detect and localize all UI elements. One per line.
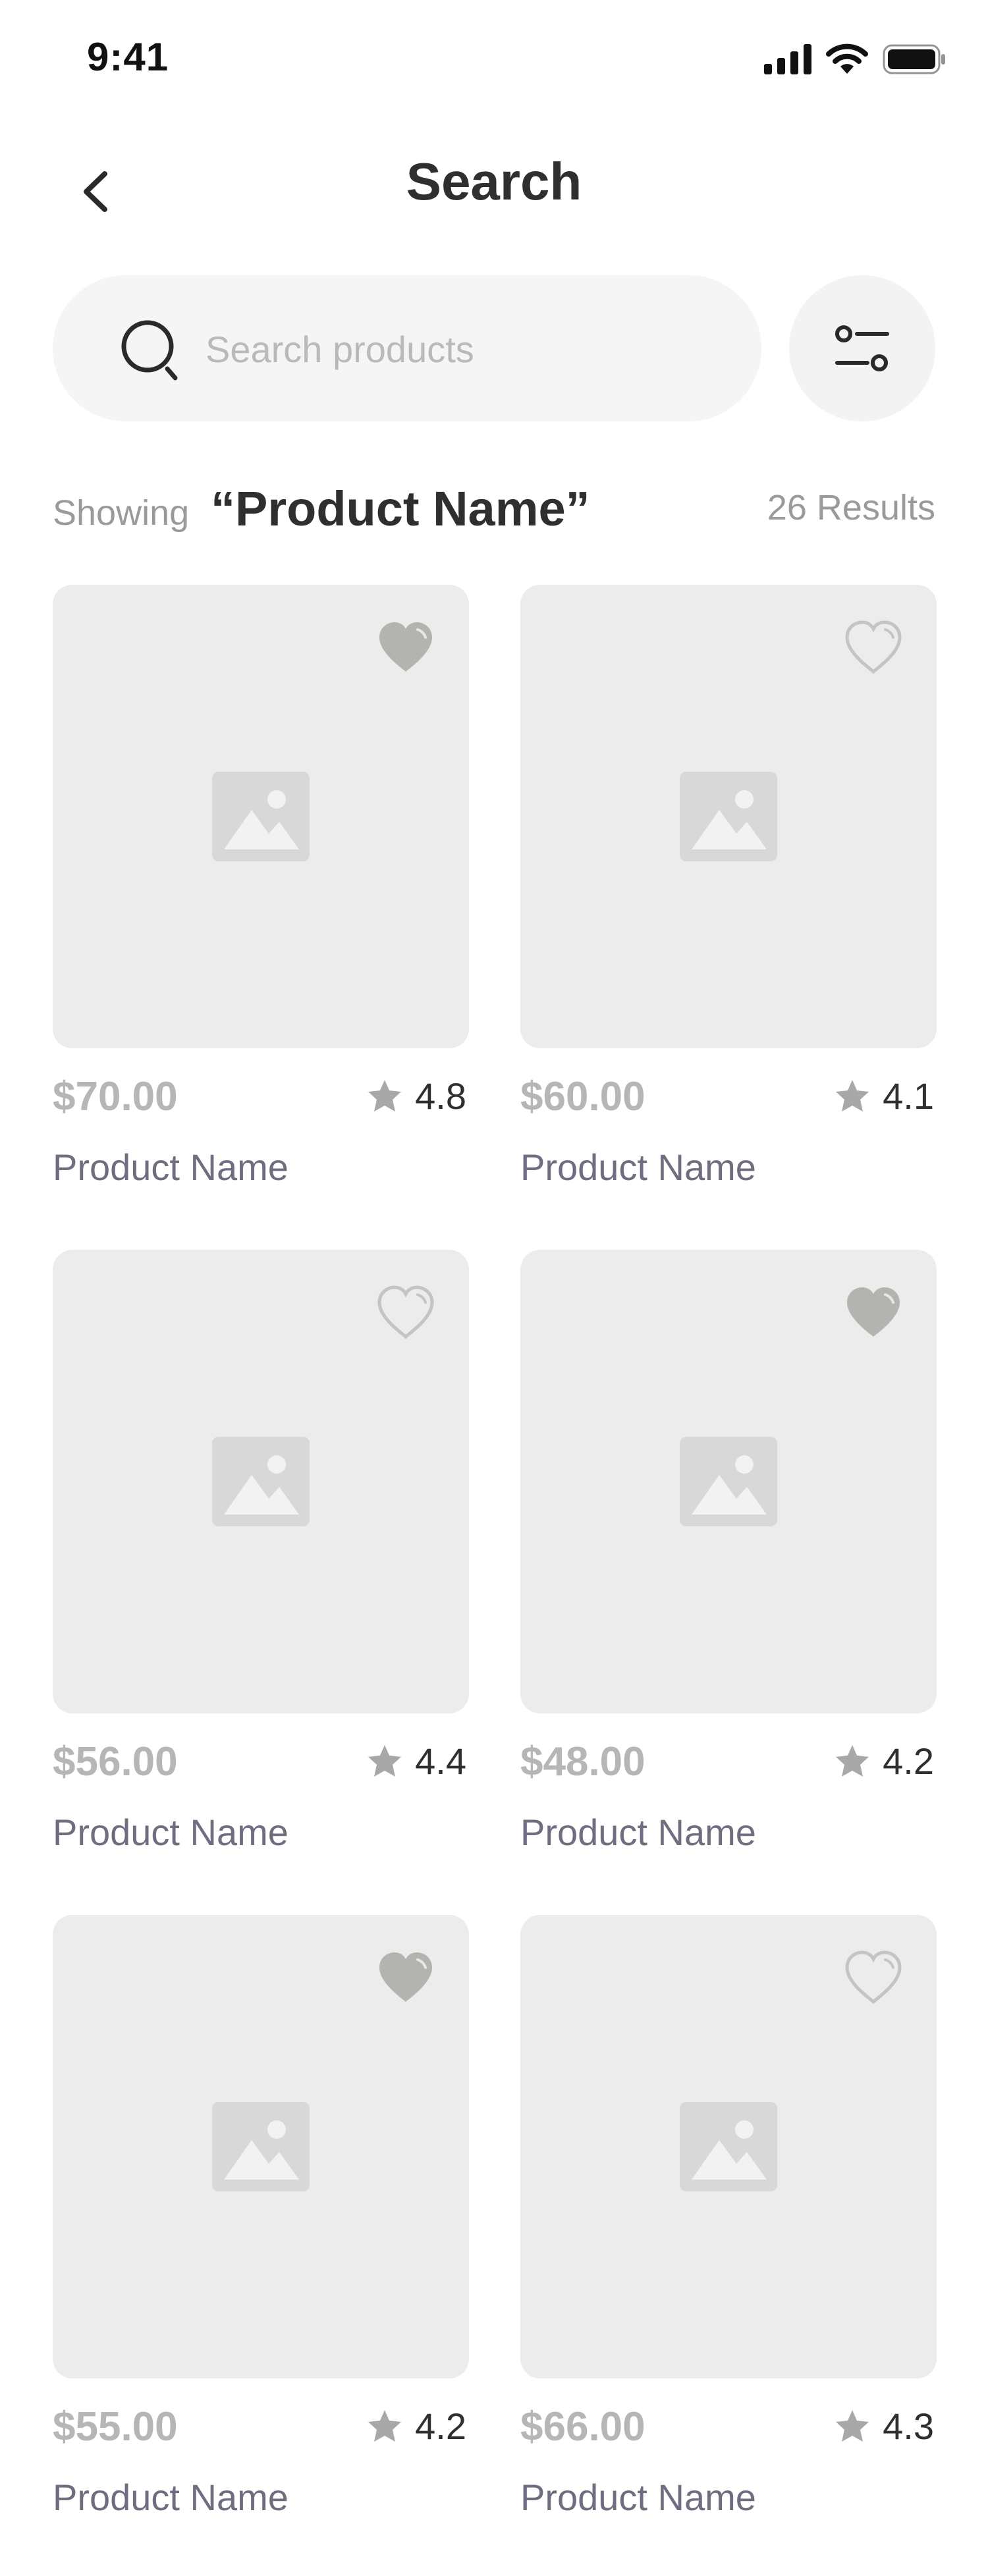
product-card[interactable]: $70.00 4.8 Product Name (53, 585, 469, 1210)
rating-value: 4.4 (415, 1740, 466, 1782)
product-name[interactable]: Product Name (53, 1146, 288, 1189)
product-card[interactable]: $55.00 4.2 Product Name (53, 1915, 469, 2540)
rating-value: 4.1 (883, 1075, 934, 1117)
star-icon (836, 1744, 869, 1777)
battery-icon (883, 44, 945, 74)
search-icon (121, 320, 178, 381)
heart-outline-icon[interactable] (843, 1949, 904, 2006)
status-bar: 9:41 (0, 0, 988, 119)
product-price: $48.00 (520, 1739, 645, 1784)
product-image[interactable] (53, 1250, 469, 1713)
star-icon (836, 2409, 869, 2442)
image-placeholder-icon (212, 772, 310, 861)
image-placeholder-icon (212, 1437, 310, 1526)
heart-icon[interactable] (375, 619, 436, 676)
product-card[interactable]: $60.00 4.1 Product Name (520, 585, 937, 1210)
star-icon (368, 2409, 402, 2442)
status-time: 9:41 (87, 35, 169, 79)
product-name[interactable]: Product Name (520, 1811, 756, 1854)
cellular-signal-icon (764, 44, 811, 74)
product-image[interactable] (520, 1250, 937, 1713)
product-price: $66.00 (520, 2404, 645, 2450)
results-header: Showing “Product Name” 26 Results (53, 474, 935, 547)
heart-icon[interactable] (843, 1284, 904, 1341)
product-price: $60.00 (520, 1074, 645, 1119)
product-rating: 4.3 (834, 2405, 934, 2448)
image-placeholder-icon (680, 1437, 777, 1526)
image-placeholder-icon (212, 2102, 310, 2191)
product-card[interactable]: $66.00 4.3 Product Name (520, 1915, 937, 2540)
heart-outline-icon[interactable] (843, 619, 904, 676)
product-image[interactable] (53, 585, 469, 1048)
search-query: “Product Name” (211, 481, 590, 536)
rating-value: 4.3 (883, 2405, 934, 2447)
results-count: 26 Results (767, 488, 935, 527)
image-placeholder-icon (680, 772, 777, 861)
product-name[interactable]: Product Name (53, 1811, 288, 1854)
star-icon (368, 1744, 402, 1777)
page-title: Search (406, 152, 582, 211)
product-price: $56.00 (53, 1739, 178, 1784)
product-card[interactable]: $56.00 4.4 Product Name (53, 1250, 469, 1875)
filter-button[interactable] (789, 275, 935, 421)
product-rating: 4.1 (834, 1075, 934, 1117)
wifi-icon (826, 43, 868, 74)
product-name[interactable]: Product Name (520, 1146, 756, 1189)
product-image[interactable] (520, 1915, 937, 2378)
product-rating: 4.4 (366, 1740, 466, 1783)
product-image[interactable] (53, 1915, 469, 2378)
star-icon (836, 1079, 869, 1112)
product-rating: 4.8 (366, 1075, 466, 1117)
product-rating: 4.2 (366, 2405, 466, 2448)
product-card[interactable]: $48.00 4.2 Product Name (520, 1250, 937, 1875)
image-placeholder-icon (680, 2102, 777, 2191)
product-name[interactable]: Product Name (53, 2476, 288, 2519)
showing-label: Showing (53, 493, 190, 533)
product-name[interactable]: Product Name (520, 2476, 756, 2519)
star-icon (368, 1079, 402, 1112)
rating-value: 4.2 (883, 1740, 934, 1782)
status-icons (764, 43, 946, 75)
filter-sliders-icon (835, 325, 889, 371)
search-input[interactable] (204, 312, 734, 386)
product-rating: 4.2 (834, 1740, 934, 1783)
product-price: $70.00 (53, 1074, 178, 1119)
heart-outline-icon[interactable] (375, 1284, 436, 1341)
heart-icon[interactable] (375, 1949, 436, 2006)
search-bar (53, 275, 761, 421)
product-price: $55.00 (53, 2404, 178, 2450)
rating-value: 4.2 (415, 2405, 466, 2447)
header: Search (0, 132, 988, 237)
rating-value: 4.8 (415, 1075, 466, 1117)
product-image[interactable] (520, 585, 937, 1048)
